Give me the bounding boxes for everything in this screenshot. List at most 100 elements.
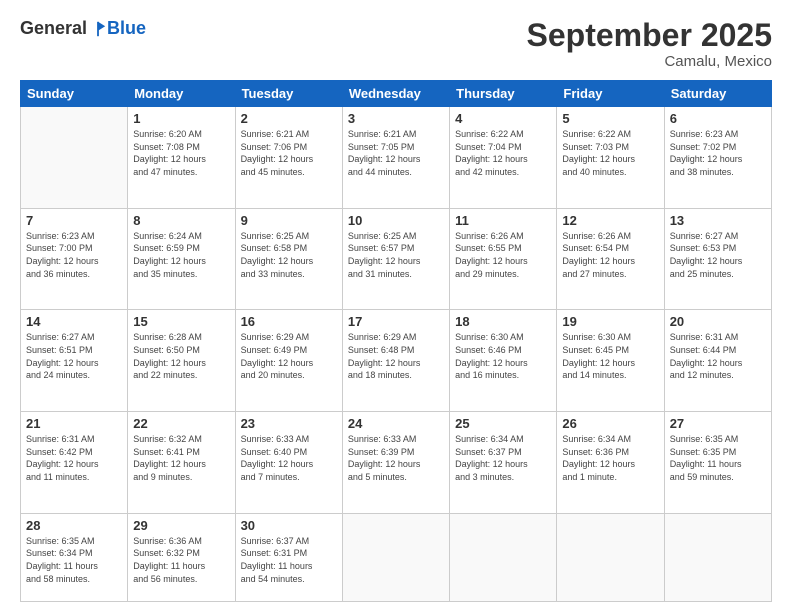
calendar-cell: 7 Sunrise: 6:23 AMSunset: 7:00 PMDaylight…: [21, 208, 128, 310]
logo-flag-icon: [89, 20, 107, 38]
calendar-cell: 20Sunrise: 6:31 AMSunset: 6:44 PMDayligh…: [664, 310, 771, 412]
page: General Blue September 2025 Camalu, Mexi…: [0, 0, 792, 612]
day-number: 3: [348, 111, 444, 126]
day-number: 30: [241, 518, 337, 533]
day-number: 16: [241, 314, 337, 329]
day-number: 25: [455, 416, 551, 431]
day-number: 24: [348, 416, 444, 431]
day-number: 14: [26, 314, 122, 329]
calendar-cell: 6 Sunrise: 6:23 AMSunset: 7:02 PMDaylight…: [664, 107, 771, 209]
calendar-week-row: 7 Sunrise: 6:23 AMSunset: 7:00 PMDaylight…: [21, 208, 772, 310]
calendar-week-row: 28 Sunrise: 6:35 AMSunset: 6:34 PMDayligh…: [21, 513, 772, 601]
calendar-cell: 11 Sunrise: 6:26 AMSunset: 6:55 PMDayligh…: [450, 208, 557, 310]
day-info: Sunrise: 6:30 AMSunset: 6:45 PMDaylight:…: [562, 331, 658, 381]
calendar-cell: 26Sunrise: 6:34 AMSunset: 6:36 PMDayligh…: [557, 412, 664, 514]
logo-general-text: General: [20, 18, 87, 39]
weekday-header-tuesday: Tuesday: [235, 81, 342, 107]
logo: General Blue: [20, 18, 146, 39]
day-info: Sunrise: 6:26 AMSunset: 6:54 PMDaylight:…: [562, 230, 658, 280]
calendar-cell: 16 Sunrise: 6:29 AMSunset: 6:49 PMDayligh…: [235, 310, 342, 412]
weekday-header-wednesday: Wednesday: [342, 81, 449, 107]
calendar-cell: 18Sunrise: 6:30 AMSunset: 6:46 PMDayligh…: [450, 310, 557, 412]
day-number: 7: [26, 213, 122, 228]
day-info: Sunrise: 6:23 AMSunset: 7:02 PMDaylight:…: [670, 128, 766, 178]
calendar-cell: 19Sunrise: 6:30 AMSunset: 6:45 PMDayligh…: [557, 310, 664, 412]
day-info: Sunrise: 6:20 AMSunset: 7:08 PMDaylight:…: [133, 128, 229, 178]
logo-blue-text: Blue: [107, 18, 146, 39]
day-info: Sunrise: 6:29 AMSunset: 6:48 PMDaylight:…: [348, 331, 444, 381]
day-info: Sunrise: 6:26 AMSunset: 6:55 PMDaylight:…: [455, 230, 551, 280]
calendar-cell: 25 Sunrise: 6:34 AMSunset: 6:37 PMDayligh…: [450, 412, 557, 514]
calendar-cell: 2 Sunrise: 6:21 AMSunset: 7:06 PMDaylight…: [235, 107, 342, 209]
calendar-cell: [342, 513, 449, 601]
day-info: Sunrise: 6:22 AMSunset: 7:04 PMDaylight:…: [455, 128, 551, 178]
day-number: 8: [133, 213, 229, 228]
calendar-cell: 8 Sunrise: 6:24 AMSunset: 6:59 PMDaylight…: [128, 208, 235, 310]
calendar-cell: [450, 513, 557, 601]
day-info: Sunrise: 6:22 AMSunset: 7:03 PMDaylight:…: [562, 128, 658, 178]
calendar-cell: 21 Sunrise: 6:31 AMSunset: 6:42 PMDayligh…: [21, 412, 128, 514]
day-info: Sunrise: 6:21 AMSunset: 7:06 PMDaylight:…: [241, 128, 337, 178]
day-info: Sunrise: 6:33 AMSunset: 6:39 PMDaylight:…: [348, 433, 444, 483]
day-number: 28: [26, 518, 122, 533]
day-info: Sunrise: 6:27 AMSunset: 6:53 PMDaylight:…: [670, 230, 766, 280]
calendar-cell: 28 Sunrise: 6:35 AMSunset: 6:34 PMDayligh…: [21, 513, 128, 601]
day-info: Sunrise: 6:30 AMSunset: 6:46 PMDaylight:…: [455, 331, 551, 381]
calendar-cell: 29 Sunrise: 6:36 AMSunset: 6:32 PMDayligh…: [128, 513, 235, 601]
day-number: 22: [133, 416, 229, 431]
day-info: Sunrise: 6:29 AMSunset: 6:49 PMDaylight:…: [241, 331, 337, 381]
day-info: Sunrise: 6:36 AMSunset: 6:32 PMDaylight:…: [133, 535, 229, 585]
day-info: Sunrise: 6:34 AMSunset: 6:37 PMDaylight:…: [455, 433, 551, 483]
day-info: Sunrise: 6:37 AMSunset: 6:31 PMDaylight:…: [241, 535, 337, 585]
day-info: Sunrise: 6:35 AMSunset: 6:35 PMDaylight:…: [670, 433, 766, 483]
month-title: September 2025: [527, 18, 772, 53]
calendar-week-row: 1 Sunrise: 6:20 AMSunset: 7:08 PMDaylight…: [21, 107, 772, 209]
calendar-cell: 3 Sunrise: 6:21 AMSunset: 7:05 PMDaylight…: [342, 107, 449, 209]
day-info: Sunrise: 6:23 AMSunset: 7:00 PMDaylight:…: [26, 230, 122, 280]
calendar-cell: 27Sunrise: 6:35 AMSunset: 6:35 PMDayligh…: [664, 412, 771, 514]
day-number: 17: [348, 314, 444, 329]
day-info: Sunrise: 6:27 AMSunset: 6:51 PMDaylight:…: [26, 331, 122, 381]
location-text: Camalu, Mexico: [527, 53, 772, 70]
weekday-header-saturday: Saturday: [664, 81, 771, 107]
calendar-cell: 12Sunrise: 6:26 AMSunset: 6:54 PMDayligh…: [557, 208, 664, 310]
calendar-cell: 10Sunrise: 6:25 AMSunset: 6:57 PMDayligh…: [342, 208, 449, 310]
day-number: 26: [562, 416, 658, 431]
calendar-cell: 14 Sunrise: 6:27 AMSunset: 6:51 PMDayligh…: [21, 310, 128, 412]
calendar-cell: 5 Sunrise: 6:22 AMSunset: 7:03 PMDaylight…: [557, 107, 664, 209]
weekday-header-thursday: Thursday: [450, 81, 557, 107]
day-number: 4: [455, 111, 551, 126]
calendar-table: SundayMondayTuesdayWednesdayThursdayFrid…: [20, 80, 772, 602]
weekday-header-row: SundayMondayTuesdayWednesdayThursdayFrid…: [21, 81, 772, 107]
day-number: 9: [241, 213, 337, 228]
day-info: Sunrise: 6:24 AMSunset: 6:59 PMDaylight:…: [133, 230, 229, 280]
day-number: 23: [241, 416, 337, 431]
weekday-header-friday: Friday: [557, 81, 664, 107]
weekday-header-monday: Monday: [128, 81, 235, 107]
day-number: 2: [241, 111, 337, 126]
day-number: 29: [133, 518, 229, 533]
day-number: 1: [133, 111, 229, 126]
day-number: 6: [670, 111, 766, 126]
day-info: Sunrise: 6:31 AMSunset: 6:42 PMDaylight:…: [26, 433, 122, 483]
day-number: 5: [562, 111, 658, 126]
day-info: Sunrise: 6:35 AMSunset: 6:34 PMDaylight:…: [26, 535, 122, 585]
calendar-cell: 22Sunrise: 6:32 AMSunset: 6:41 PMDayligh…: [128, 412, 235, 514]
calendar-week-row: 14 Sunrise: 6:27 AMSunset: 6:51 PMDayligh…: [21, 310, 772, 412]
calendar-cell: 23 Sunrise: 6:33 AMSunset: 6:40 PMDayligh…: [235, 412, 342, 514]
calendar-cell: 4 Sunrise: 6:22 AMSunset: 7:04 PMDaylight…: [450, 107, 557, 209]
day-number: 13: [670, 213, 766, 228]
day-number: 15: [133, 314, 229, 329]
day-info: Sunrise: 6:33 AMSunset: 6:40 PMDaylight:…: [241, 433, 337, 483]
title-section: September 2025 Camalu, Mexico: [527, 18, 772, 70]
day-info: Sunrise: 6:21 AMSunset: 7:05 PMDaylight:…: [348, 128, 444, 178]
day-number: 21: [26, 416, 122, 431]
day-number: 11: [455, 213, 551, 228]
calendar-cell: 9Sunrise: 6:25 AMSunset: 6:58 PMDaylight…: [235, 208, 342, 310]
calendar-cell: 30 Sunrise: 6:37 AMSunset: 6:31 PMDayligh…: [235, 513, 342, 601]
calendar-cell: 17 Sunrise: 6:29 AMSunset: 6:48 PMDayligh…: [342, 310, 449, 412]
calendar-cell: [557, 513, 664, 601]
calendar-cell: 15Sunrise: 6:28 AMSunset: 6:50 PMDayligh…: [128, 310, 235, 412]
day-info: Sunrise: 6:31 AMSunset: 6:44 PMDaylight:…: [670, 331, 766, 381]
header: General Blue September 2025 Camalu, Mexi…: [20, 18, 772, 70]
